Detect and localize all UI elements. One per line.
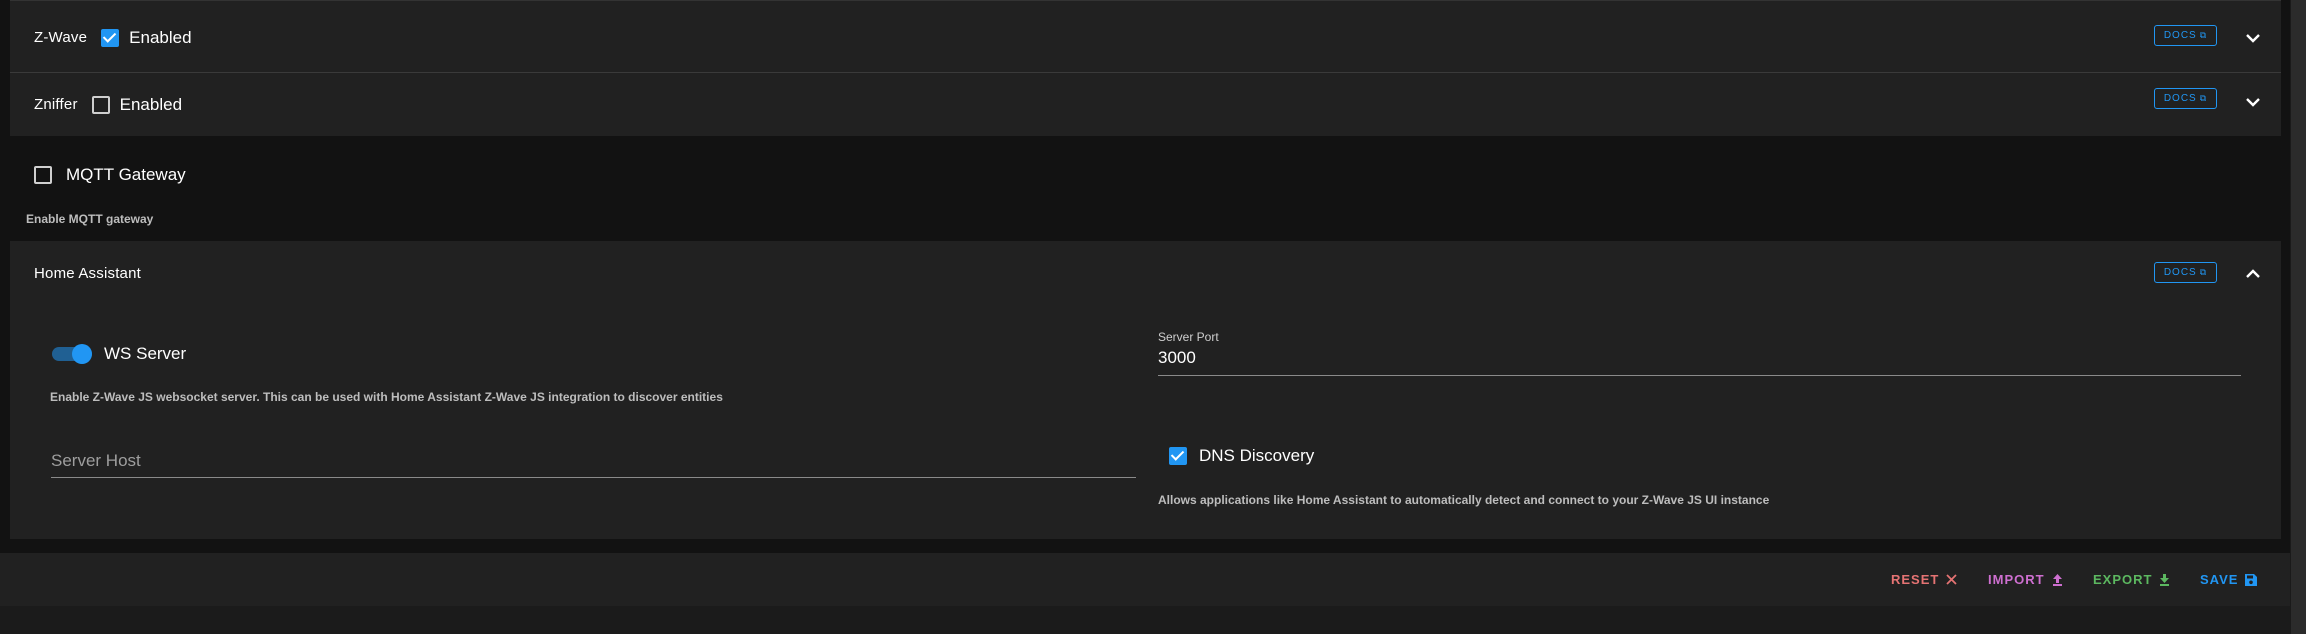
ws-server-switch-row[interactable]: WS Server xyxy=(52,344,186,364)
ws-server-switch[interactable] xyxy=(52,344,94,364)
zwave-panel: Z-Wave Enabled DOCS ⧉ xyxy=(10,0,2281,73)
server-port-input[interactable]: 3000 xyxy=(1158,348,1196,368)
server-port-label: Server Port xyxy=(1158,330,1219,344)
settings-footer: RESET IMPORT EXPORT SAVE xyxy=(0,553,2290,606)
dns-discovery-label[interactable]: DNS Discovery xyxy=(1199,446,1314,466)
mqtt-gateway-hint: Enable MQTT gateway xyxy=(26,212,154,226)
chevron-down-icon[interactable] xyxy=(2245,30,2261,46)
zniffer-panel: Zniffer Enabled DOCS ⧉ xyxy=(10,73,2281,136)
mqtt-gateway-checkbox-row[interactable]: MQTT Gateway xyxy=(34,165,186,185)
settings-page: Z-Wave Enabled DOCS ⧉ Zniffer Enabled DO… xyxy=(0,0,2306,634)
save-label: SAVE xyxy=(2200,572,2239,587)
home-assistant-docs-button[interactable]: DOCS ⧉ xyxy=(2154,262,2217,283)
ws-server-label[interactable]: WS Server xyxy=(104,344,186,364)
dns-discovery-checkbox-row[interactable]: DNS Discovery xyxy=(1169,446,1314,466)
save-button[interactable]: SAVE xyxy=(2200,572,2258,587)
zwave-enabled-checkbox[interactable] xyxy=(101,28,120,47)
export-label: EXPORT xyxy=(2093,572,2153,587)
mqtt-gateway-label[interactable]: MQTT Gateway xyxy=(66,165,186,185)
vertical-scrollbar[interactable] xyxy=(2290,0,2306,634)
server-host-underline xyxy=(51,477,1136,478)
zwave-docs-button[interactable]: DOCS ⧉ xyxy=(2154,25,2217,46)
server-port-underline xyxy=(1158,375,2241,376)
chevron-up-icon[interactable] xyxy=(2245,265,2261,281)
home-assistant-docs-label: DOCS xyxy=(2163,267,2197,278)
server-host-input[interactable]: Server Host xyxy=(51,451,141,471)
zwave-panel-header[interactable]: Z-Wave Enabled DOCS ⧉ xyxy=(10,1,2281,74)
bottom-band xyxy=(0,606,2290,634)
reset-button[interactable]: RESET xyxy=(1891,572,1957,587)
home-assistant-panel-header[interactable]: Home Assistant DOCS ⧉ xyxy=(10,241,2281,305)
external-link-icon: ⧉ xyxy=(2199,267,2208,277)
switch-thumb xyxy=(72,344,92,364)
home-assistant-title: Home Assistant xyxy=(34,264,142,282)
reset-label: RESET xyxy=(1891,572,1940,587)
export-button[interactable]: EXPORT xyxy=(2093,572,2170,587)
floppy-disk-icon xyxy=(2245,573,2258,586)
import-label: IMPORT xyxy=(1988,572,2045,587)
external-link-icon: ⧉ xyxy=(2199,93,2208,103)
zwave-title: Z-Wave xyxy=(34,29,88,46)
dns-discovery-checkbox[interactable] xyxy=(1169,447,1187,465)
zwave-docs-label: DOCS xyxy=(2163,30,2197,41)
mqtt-gateway-checkbox[interactable] xyxy=(34,166,52,184)
zniffer-enabled-checkbox[interactable] xyxy=(91,95,110,114)
zniffer-panel-header[interactable]: Zniffer Enabled DOCS ⧉ xyxy=(10,73,2281,136)
home-assistant-panel: Home Assistant DOCS ⧉ WS Server Enable Z… xyxy=(10,241,2281,539)
dns-discovery-hint: Allows applications like Home Assistant … xyxy=(1158,493,1770,507)
download-icon xyxy=(2159,573,2170,586)
zniffer-docs-button[interactable]: DOCS ⧉ xyxy=(2154,88,2217,109)
zniffer-enabled-label[interactable]: Enabled xyxy=(120,95,182,115)
upload-icon xyxy=(2052,573,2063,586)
zniffer-docs-label: DOCS xyxy=(2163,93,2197,104)
close-icon xyxy=(1946,574,1957,585)
chevron-down-icon[interactable] xyxy=(2245,94,2261,110)
import-button[interactable]: IMPORT xyxy=(1988,572,2063,587)
external-link-icon: ⧉ xyxy=(2199,30,2208,40)
zwave-enabled-label[interactable]: Enabled xyxy=(129,28,191,48)
ws-server-hint: Enable Z-Wave JS websocket server. This … xyxy=(50,390,723,404)
zniffer-title: Zniffer xyxy=(34,96,78,113)
